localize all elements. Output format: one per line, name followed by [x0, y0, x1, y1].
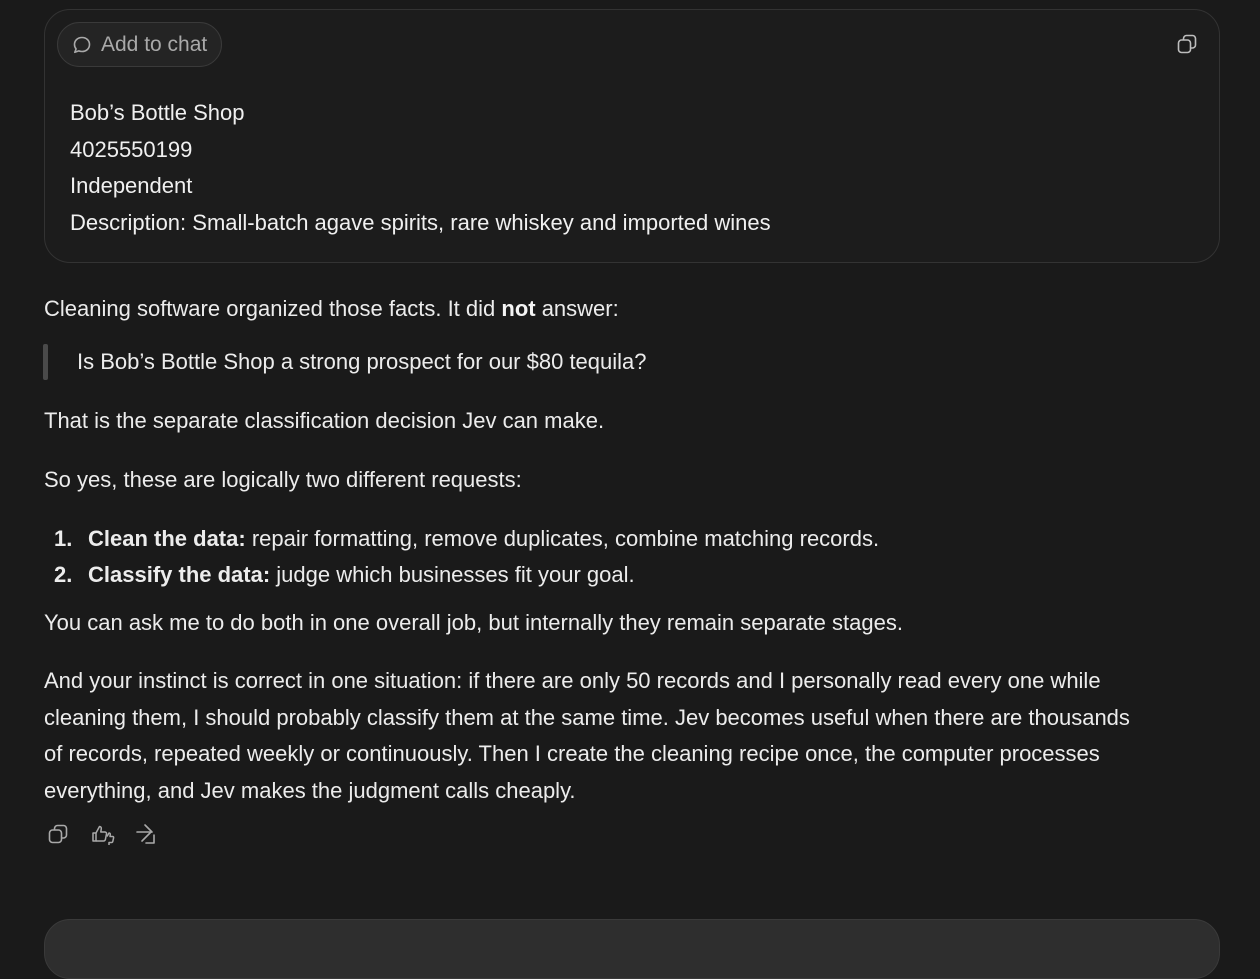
paragraph-line: everything, and Jev makes the judgment c…: [44, 777, 576, 803]
list-item-bold: Clean the data:: [88, 526, 246, 551]
copy-icon[interactable]: [46, 822, 70, 846]
intro-text-post: answer:: [535, 296, 619, 321]
snippet-card: Add to chat Bob’s Bottle Shop 4025550199…: [44, 9, 1220, 263]
intro-text-bold: not: [501, 296, 536, 321]
list-item: 2. Classify the data: judge which busines…: [54, 562, 635, 588]
message-actions: [46, 822, 158, 846]
list-number: 2.: [54, 562, 73, 587]
business-type: Independent: [70, 173, 193, 198]
blockquote-bar: [43, 344, 48, 380]
paragraph-line: And your instinct is correct in one situ…: [44, 668, 1101, 693]
business-phone: 4025550199: [70, 136, 193, 162]
chat-bubble-icon: [72, 35, 92, 55]
instinct-paragraph: And your instinct is correct in one situ…: [44, 663, 1214, 809]
list-item: 1. Clean the data: repair formatting, rem…: [54, 526, 879, 552]
intro-text-pre: Cleaning software organized those facts.…: [44, 296, 502, 321]
list-item-bold: Classify the data:: [88, 562, 271, 587]
add-to-chat-label: Add to chat: [101, 32, 208, 56]
list-item-text: judge which businesses fit your goal.: [270, 562, 635, 587]
add-to-chat-button[interactable]: Add to chat: [57, 22, 223, 67]
paragraph-line: cleaning them, I should probably classif…: [44, 704, 1130, 730]
separate-stages-sentence: You can ask me to do both in one overall…: [44, 610, 903, 635]
intro-sentence: Cleaning software organized those facts.…: [44, 296, 619, 322]
list-number: 1.: [54, 526, 73, 551]
two-requests-sentence: So yes, these are logically two differen…: [44, 467, 522, 492]
business-name: Bob’s Bottle Shop: [70, 100, 245, 125]
blockquote-text: Is Bob’s Bottle Shop a strong prospect f…: [77, 349, 647, 374]
thumbs-feedback-icon[interactable]: [90, 822, 115, 846]
paragraph-line: of records, repeated weekly or continuou…: [44, 741, 1100, 767]
business-description: Description: Small-batch agave spirits, …: [70, 209, 771, 235]
message-composer[interactable]: [44, 919, 1220, 979]
list-item-text: repair formatting, remove duplicates, co…: [245, 526, 880, 551]
share-icon[interactable]: [134, 822, 158, 846]
classification-sentence: That is the separate classification deci…: [44, 408, 605, 433]
copy-icon[interactable]: [1175, 32, 1199, 56]
snippet-content: Bob’s Bottle Shop 4025550199 Independent…: [70, 95, 771, 241]
